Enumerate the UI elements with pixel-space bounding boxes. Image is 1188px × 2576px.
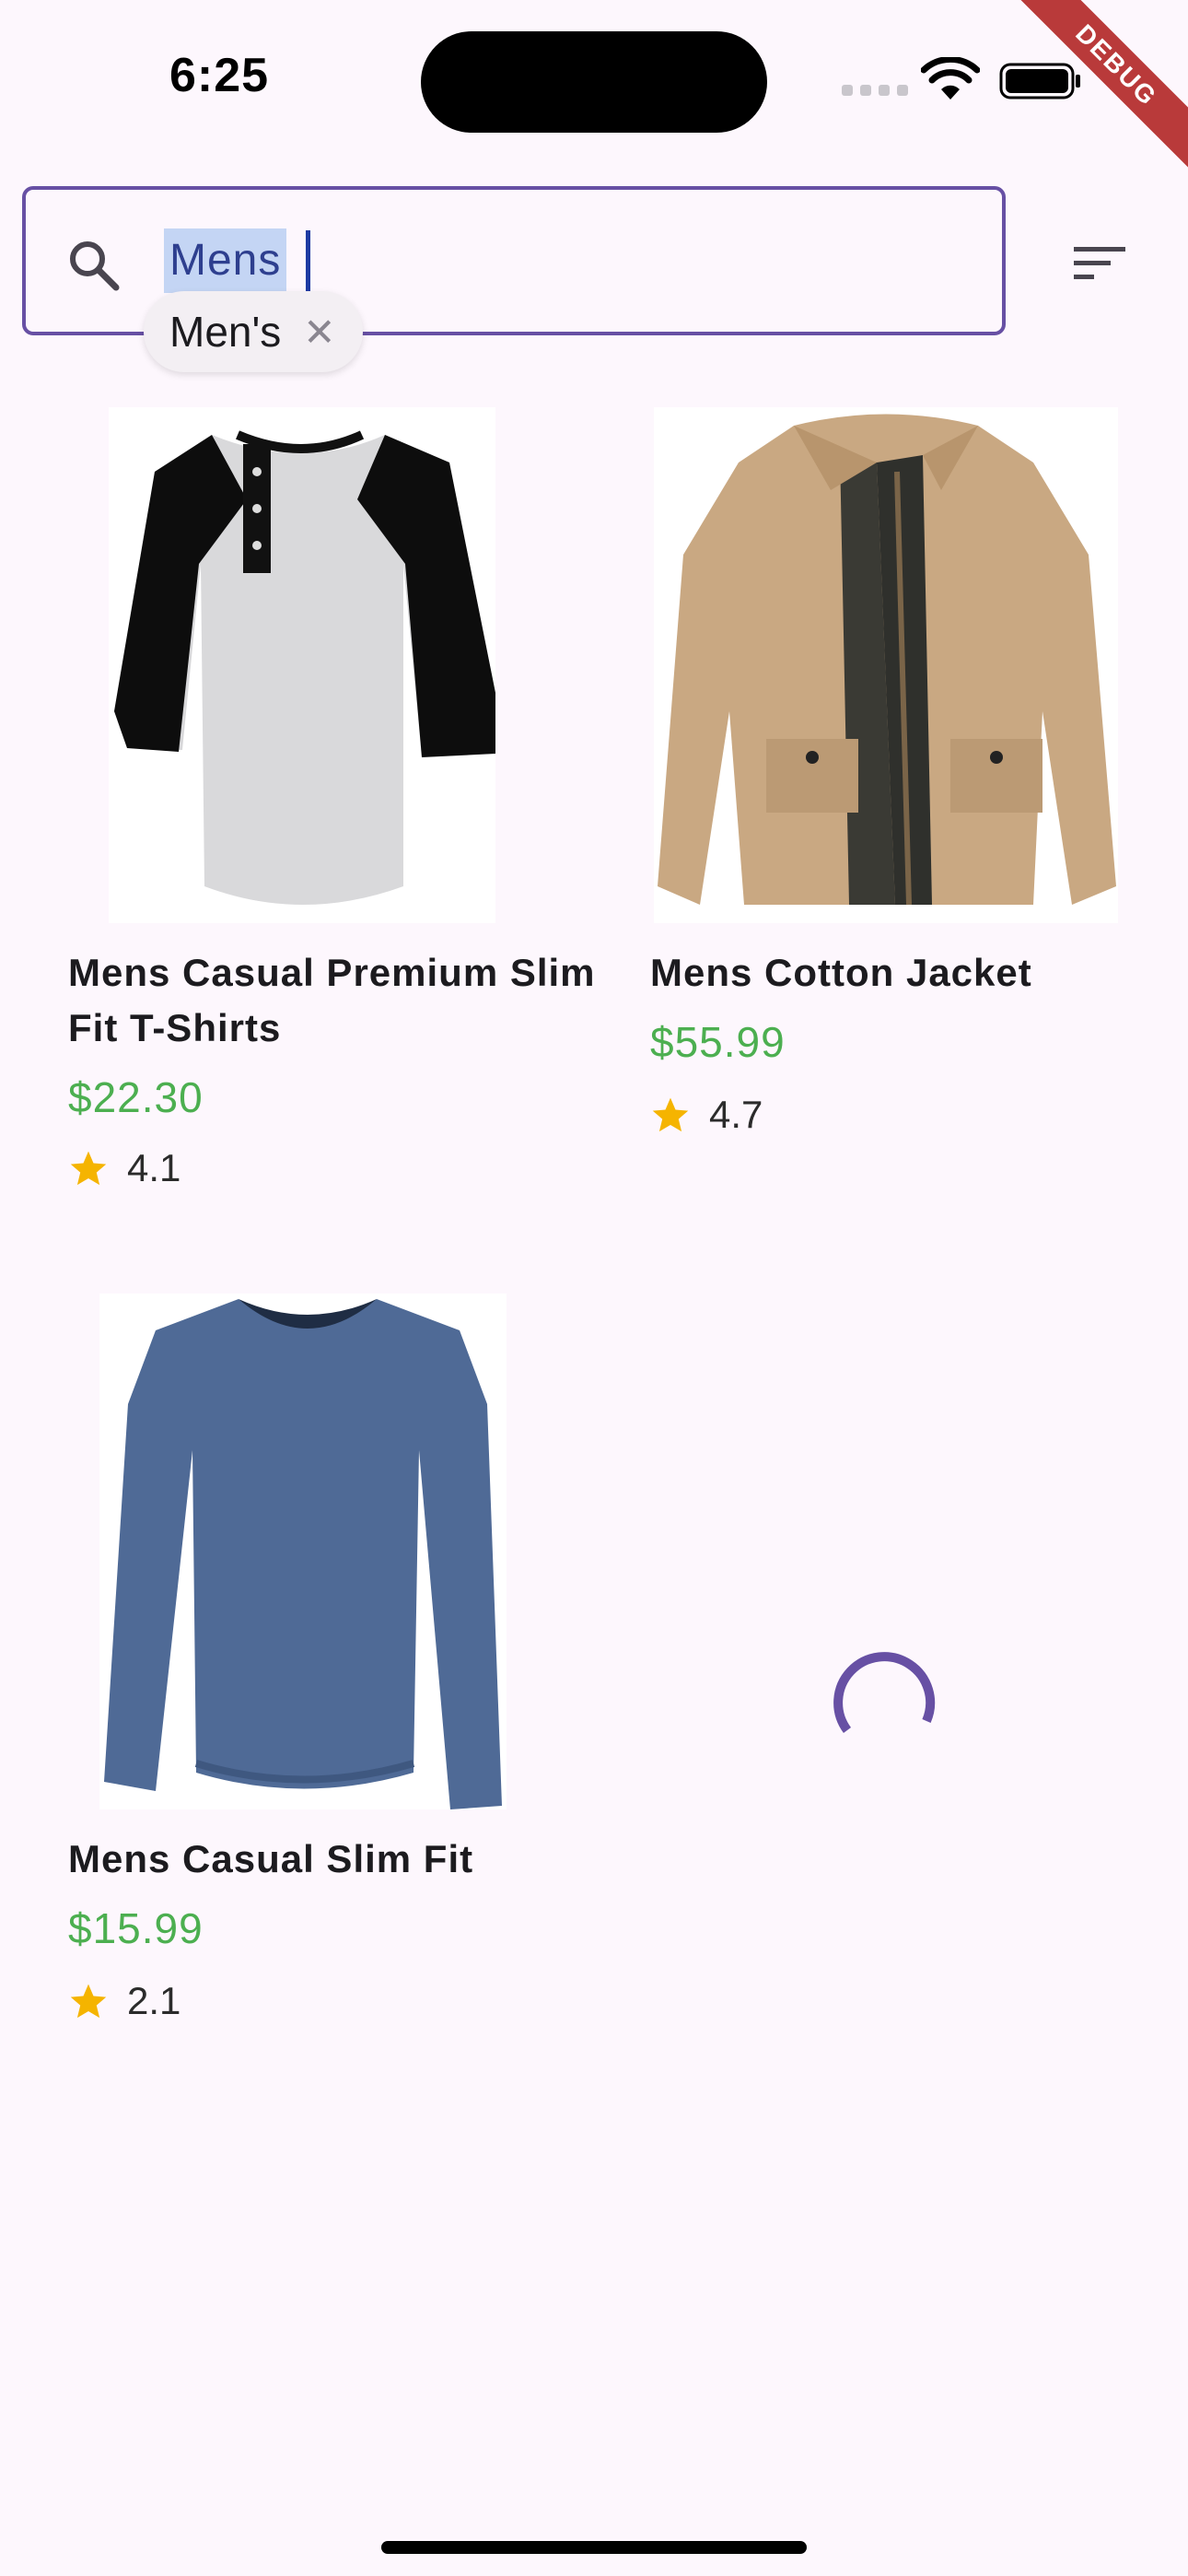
search-query-text[interactable]: Mens — [164, 228, 287, 293]
product-rating: 2.1 — [68, 1979, 181, 2023]
text-cursor — [306, 230, 310, 297]
product-title[interactable]: Mens Casual Premium Slim Fit T-Shirts — [68, 945, 602, 1056]
sort-filter-icon[interactable] — [1072, 243, 1127, 284]
home-indicator[interactable] — [381, 2541, 807, 2554]
suggestion-label[interactable]: Men's — [169, 307, 281, 357]
rating-value: 2.1 — [127, 1979, 181, 2022]
star-icon — [70, 1984, 107, 2019]
close-icon[interactable]: ✕ — [303, 310, 335, 355]
product-image-longsleeve[interactable] — [99, 1294, 507, 1809]
rating-value: 4.7 — [709, 1093, 763, 1136]
wifi-icon — [921, 57, 980, 100]
loading-spinner-icon — [833, 1652, 936, 1733]
product-rating: 4.1 — [68, 1146, 181, 1190]
product-price: $15.99 — [68, 1904, 204, 1952]
suggestion-chip[interactable]: Men's ✕ — [144, 291, 364, 372]
rating-value: 4.1 — [127, 1146, 181, 1189]
dynamic-island — [421, 31, 767, 133]
search-icon — [70, 241, 120, 291]
product-image-tshirt[interactable] — [109, 407, 495, 923]
product-rating: 4.7 — [650, 1093, 763, 1137]
product-image-jacket[interactable] — [654, 407, 1118, 923]
product-title[interactable]: Mens Casual Slim Fit — [68, 1832, 602, 1887]
cellular-signal-icon — [842, 85, 908, 96]
debug-label: DEBUG — [1004, 0, 1188, 179]
product-price: $22.30 — [68, 1073, 204, 1121]
product-title[interactable]: Mens Cotton Jacket — [650, 945, 1184, 1001]
star-icon — [652, 1097, 689, 1132]
status-time: 6:25 — [169, 49, 270, 102]
star-icon — [70, 1151, 107, 1186]
debug-banner: DEBUG — [1004, 0, 1188, 184]
product-price: $55.99 — [650, 1018, 786, 1066]
